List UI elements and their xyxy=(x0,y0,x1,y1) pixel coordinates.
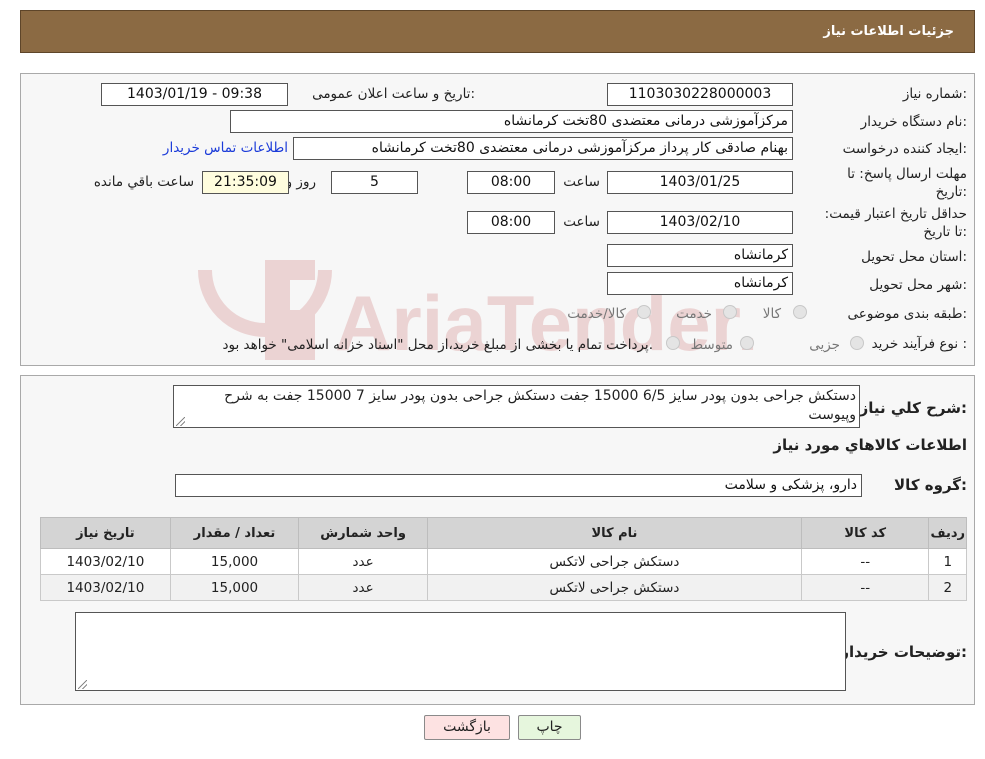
page-header: جزئیات اطلاعات نیاز xyxy=(20,10,975,53)
row-index: 1 xyxy=(928,548,967,575)
category-radio-goods[interactable] xyxy=(793,305,807,319)
days-label: روز و xyxy=(285,174,316,190)
goods-table: رديف کد کالا نام کالا واحد شمارش تعداد /… xyxy=(40,517,967,601)
buyer-notes-textarea[interactable] xyxy=(75,612,846,691)
goods-section-title: اطلاعات کالاهاي مورد نياز xyxy=(773,436,967,454)
announce-label: تاریخ و ساعت اعلان عمومی: xyxy=(312,86,475,102)
validity-time-label: ساعت xyxy=(563,214,600,230)
validity-time-field: 08:00 xyxy=(467,211,555,234)
category-label: طبقه بندی موضوعی: xyxy=(847,306,967,322)
process-option-partial: جزیی xyxy=(809,337,840,353)
back-button[interactable]: بازگشت xyxy=(424,715,510,740)
deadline-label: مهلت ارسال پاسخ: تا تاریخ: xyxy=(847,166,967,200)
description-label: شرح کلي نياز: xyxy=(859,399,967,417)
requester-field: بهنام صادقی کار پرداز مرکزآموزشی درمانی … xyxy=(293,137,793,160)
days-field: 5 xyxy=(331,171,418,194)
deadline-date-field: 1403/01/25 xyxy=(607,171,793,194)
buyer-org-field: مرکزآموزشی درمانی معتضدی 80تخت کرمانشاه xyxy=(230,110,793,133)
table-row: 1 -- دستکش جراحی لاتکس عدد 15,000 1403/0… xyxy=(40,548,967,575)
row-quantity: 15,000 xyxy=(169,574,300,601)
resize-grip-icon[interactable] xyxy=(78,680,87,689)
goods-group-label: گروه کالا: xyxy=(894,476,967,494)
row-name: دستکش جراحی لاتکس xyxy=(426,548,803,575)
deadline-time-label: ساعت xyxy=(563,174,600,190)
treasury-note: پرداخت تمام یا بخشی از مبلغ خرید،از محل … xyxy=(222,337,653,353)
buyer-contact-link[interactable]: اطلاعات تماس خریدار xyxy=(163,140,288,156)
province-label: استان محل تحویل: xyxy=(861,249,967,265)
description-text: دستکش جراحی بدون پودر سایز 6/5 15000 جفت… xyxy=(224,388,856,423)
description-textarea[interactable]: دستکش جراحی بدون پودر سایز 6/5 15000 جفت… xyxy=(173,385,860,428)
table-row: 2 -- دستکش جراحی لاتکس عدد 15,000 1403/0… xyxy=(40,574,967,601)
goods-table-header: رديف کد کالا نام کالا واحد شمارش تعداد /… xyxy=(40,517,967,549)
process-radio-treasury[interactable] xyxy=(666,336,680,350)
row-date: 1403/02/10 xyxy=(40,574,171,601)
need-number-label: شماره نیاز: xyxy=(902,86,967,102)
process-radio-partial[interactable] xyxy=(850,336,864,350)
buyer-org-label: نام دستگاه خریدار: xyxy=(860,114,967,130)
col-unit: واحد شمارش xyxy=(298,517,428,549)
requester-label: ایجاد کننده درخواست: xyxy=(842,141,967,157)
validity-label: حداقل تاریخ اعتبار قیمت: تا تاریخ: xyxy=(824,206,967,240)
row-code: -- xyxy=(801,574,930,601)
row-code: -- xyxy=(801,548,930,575)
col-quantity: تعداد / مقدار xyxy=(169,517,300,549)
city-field: کرمانشاه xyxy=(607,272,793,295)
process-label: نوع فرآیند خرید : xyxy=(871,336,967,352)
category-option-goods-service: کالا/خدمت xyxy=(567,306,626,322)
province-field: کرمانشاه xyxy=(607,244,793,267)
col-code: کد کالا xyxy=(801,517,930,549)
deadline-time-field: 08:00 xyxy=(467,171,555,194)
category-option-goods: کالا xyxy=(762,306,781,322)
row-unit: عدد xyxy=(298,548,428,575)
city-label: شهر محل تحویل: xyxy=(869,277,967,293)
col-name: نام کالا xyxy=(426,517,803,549)
category-radio-service[interactable] xyxy=(723,305,737,319)
row-name: دستکش جراحی لاتکس xyxy=(426,574,803,601)
need-number-field: 1103030228000003 xyxy=(607,83,793,106)
buyer-notes-label: توضیحات خریدار: xyxy=(840,643,967,661)
col-index: رديف xyxy=(928,517,967,549)
process-option-medium: متوسط xyxy=(690,337,733,353)
col-date: تاریخ نیاز xyxy=(40,517,171,549)
row-index: 2 xyxy=(928,574,967,601)
row-quantity: 15,000 xyxy=(169,548,300,575)
category-radio-goods-service[interactable] xyxy=(637,305,651,319)
row-date: 1403/02/10 xyxy=(40,548,171,575)
remaining-time-field: 21:35:09 xyxy=(202,171,289,194)
row-unit: عدد xyxy=(298,574,428,601)
remaining-label: ساعت باقي مانده xyxy=(93,174,194,190)
print-button[interactable]: چاپ xyxy=(518,715,581,740)
goods-group-field: دارو، پزشکی و سلامت xyxy=(175,474,862,497)
category-option-service: خدمت xyxy=(676,306,712,322)
page-title: جزئیات اطلاعات نیاز xyxy=(823,24,954,39)
resize-grip-icon[interactable] xyxy=(176,417,185,426)
announce-datetime-field: 1403/01/19 - 09:38 xyxy=(101,83,288,106)
process-radio-medium[interactable] xyxy=(740,336,754,350)
validity-date-field: 1403/02/10 xyxy=(607,211,793,234)
